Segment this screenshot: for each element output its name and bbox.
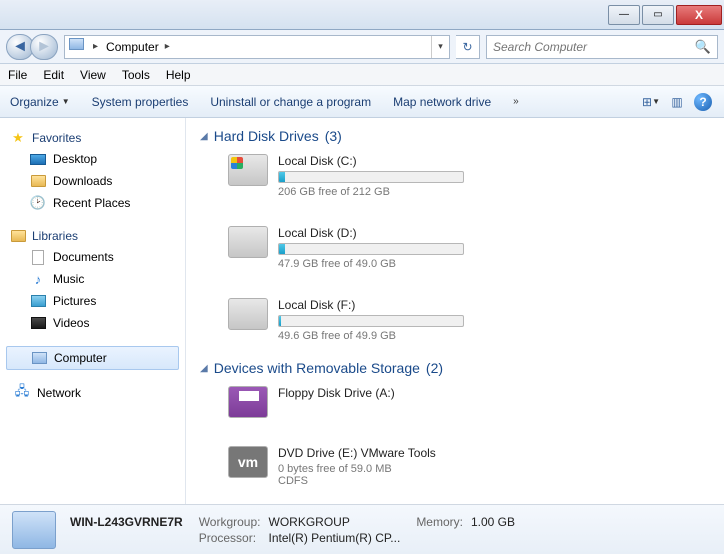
- menu-bar: File Edit View Tools Help: [0, 64, 724, 86]
- computer-large-icon: [12, 511, 56, 549]
- maximize-button[interactable]: ▭: [642, 5, 674, 25]
- memory-label: Memory:: [416, 515, 463, 529]
- drive-item[interactable]: Floppy Disk Drive (A:): [228, 386, 464, 418]
- sidebar-item-recent[interactable]: 🕑Recent Places: [0, 192, 185, 214]
- preview-pane-icon: ▥: [671, 95, 682, 109]
- processor-label: Processor:: [199, 531, 261, 545]
- documents-icon: [30, 249, 46, 265]
- drive-name: Floppy Disk Drive (A:): [278, 386, 464, 400]
- search-box[interactable]: 🔍: [486, 35, 718, 59]
- sidebar-item-computer[interactable]: Computer: [6, 346, 179, 370]
- chevron-right-icon: ▸: [91, 41, 102, 52]
- drive-icon: [228, 386, 268, 418]
- view-icon: ⊞: [642, 95, 652, 109]
- help-button[interactable]: ?: [692, 91, 714, 113]
- sidebar-item-pictures[interactable]: Pictures: [0, 290, 185, 312]
- music-icon: ♪: [30, 271, 46, 287]
- drive-name: Local Disk (D:): [278, 226, 464, 240]
- network-icon: 🖧: [14, 385, 30, 401]
- menu-view[interactable]: View: [80, 68, 106, 82]
- breadcrumb-computer[interactable]: Computer: [102, 40, 163, 54]
- drive-free-text: 206 GB free of 212 GB: [278, 186, 464, 198]
- system-properties-button[interactable]: System properties: [92, 95, 189, 109]
- workgroup-label: Workgroup:: [199, 515, 261, 529]
- drive-icon: vm: [228, 446, 268, 478]
- processor-value: Intel(R) Pentium(R) CP...: [269, 531, 401, 545]
- recent-icon: 🕑: [30, 195, 46, 211]
- sidebar-item-downloads[interactable]: Downloads: [0, 170, 185, 192]
- desktop-icon: [30, 151, 46, 167]
- menu-file[interactable]: File: [8, 68, 27, 82]
- sidebar-item-music[interactable]: ♪Music: [0, 268, 185, 290]
- nav-row: ◄ ► ▸ Computer ▸ ▾ ↻ 🔍: [0, 30, 724, 64]
- search-input[interactable]: [493, 40, 695, 54]
- drive-free-text: 0 bytes free of 59.0 MB: [278, 463, 464, 475]
- chevron-down-icon: ▼: [652, 97, 660, 106]
- drive-icon: [228, 298, 268, 330]
- category-hdd[interactable]: ◢ Hard Disk Drives (3): [200, 128, 710, 144]
- view-mode-button[interactable]: ⊞▼: [640, 91, 662, 113]
- sidebar-libraries[interactable]: Libraries: [0, 226, 185, 246]
- computer-icon: [69, 38, 87, 56]
- drive-name: DVD Drive (E:) VMware Tools: [278, 446, 464, 460]
- drive-name: Local Disk (F:): [278, 298, 464, 312]
- collapse-icon: ◢: [200, 363, 208, 374]
- folder-icon: [30, 173, 46, 189]
- navigation-pane: ★Favorites Desktop Downloads 🕑Recent Pla…: [0, 118, 186, 504]
- search-icon: 🔍: [695, 39, 711, 55]
- capacity-bar: [278, 171, 464, 183]
- refresh-icon: ↻: [462, 40, 472, 54]
- preview-pane-button[interactable]: ▥: [666, 91, 688, 113]
- drive-item[interactable]: Local Disk (F:) 49.6 GB free of 49.9 GB: [228, 298, 464, 342]
- content-pane: ◢ Hard Disk Drives (3) Local Disk (C:) 20…: [186, 118, 724, 504]
- drive-item[interactable]: vm DVD Drive (E:) VMware Tools 0 bytes fre…: [228, 446, 464, 487]
- drive-item[interactable]: Local Disk (D:) 47.9 GB free of 49.0 GB: [228, 226, 464, 270]
- map-drive-button[interactable]: Map network drive: [393, 95, 491, 109]
- forward-arrow-icon: ►: [36, 38, 52, 56]
- close-button[interactable]: X: [676, 5, 722, 25]
- organize-button[interactable]: Organize ▼: [10, 95, 70, 109]
- back-arrow-icon: ◄: [12, 38, 28, 56]
- computer-icon: [31, 350, 47, 366]
- refresh-button[interactable]: ↻: [456, 35, 480, 59]
- toolbar-overflow[interactable]: »: [513, 96, 519, 107]
- uninstall-button[interactable]: Uninstall or change a program: [210, 95, 371, 109]
- chevron-down-icon: ▼: [62, 97, 70, 106]
- workgroup-value: WORKGROUP: [269, 515, 401, 529]
- menu-tools[interactable]: Tools: [122, 68, 150, 82]
- address-dropdown[interactable]: ▾: [431, 36, 449, 58]
- memory-value: 1.00 GB: [471, 515, 515, 529]
- sidebar-item-network[interactable]: 🖧Network: [0, 382, 185, 404]
- forward-button[interactable]: ►: [30, 34, 58, 60]
- address-bar[interactable]: ▸ Computer ▸ ▾: [64, 35, 450, 59]
- computer-name: WIN-L243GVRNE7R: [70, 515, 183, 529]
- drive-free-text: 49.6 GB free of 49.9 GB: [278, 330, 464, 342]
- collapse-icon: ◢: [200, 131, 208, 142]
- toolbar: Organize ▼ System properties Uninstall o…: [0, 86, 724, 118]
- drive-icon: [228, 154, 268, 186]
- capacity-bar: [278, 243, 464, 255]
- menu-help[interactable]: Help: [166, 68, 191, 82]
- pictures-icon: [30, 293, 46, 309]
- drive-name: Local Disk (C:): [278, 154, 464, 168]
- sidebar-favorites[interactable]: ★Favorites: [0, 128, 185, 148]
- drive-item[interactable]: Local Disk (C:) 206 GB free of 212 GB: [228, 154, 464, 198]
- libraries-icon: [10, 228, 26, 244]
- category-removable[interactable]: ◢ Devices with Removable Storage (2): [200, 360, 710, 376]
- star-icon: ★: [10, 130, 26, 146]
- window-titlebar: — ▭ X: [0, 0, 724, 30]
- sidebar-item-documents[interactable]: Documents: [0, 246, 185, 268]
- videos-icon: [30, 315, 46, 331]
- minimize-button[interactable]: —: [608, 5, 640, 25]
- details-pane: WIN-L243GVRNE7R Workgroup: WORKGROUP Mem…: [0, 504, 724, 554]
- menu-edit[interactable]: Edit: [43, 68, 64, 82]
- sidebar-item-desktop[interactable]: Desktop: [0, 148, 185, 170]
- capacity-bar: [278, 315, 464, 327]
- drive-filesystem: CDFS: [278, 475, 464, 487]
- drive-free-text: 47.9 GB free of 49.0 GB: [278, 258, 464, 270]
- chevron-right-icon: ▸: [163, 41, 174, 52]
- drive-icon: [228, 226, 268, 258]
- help-icon: ?: [694, 93, 712, 111]
- sidebar-item-videos[interactable]: Videos: [0, 312, 185, 334]
